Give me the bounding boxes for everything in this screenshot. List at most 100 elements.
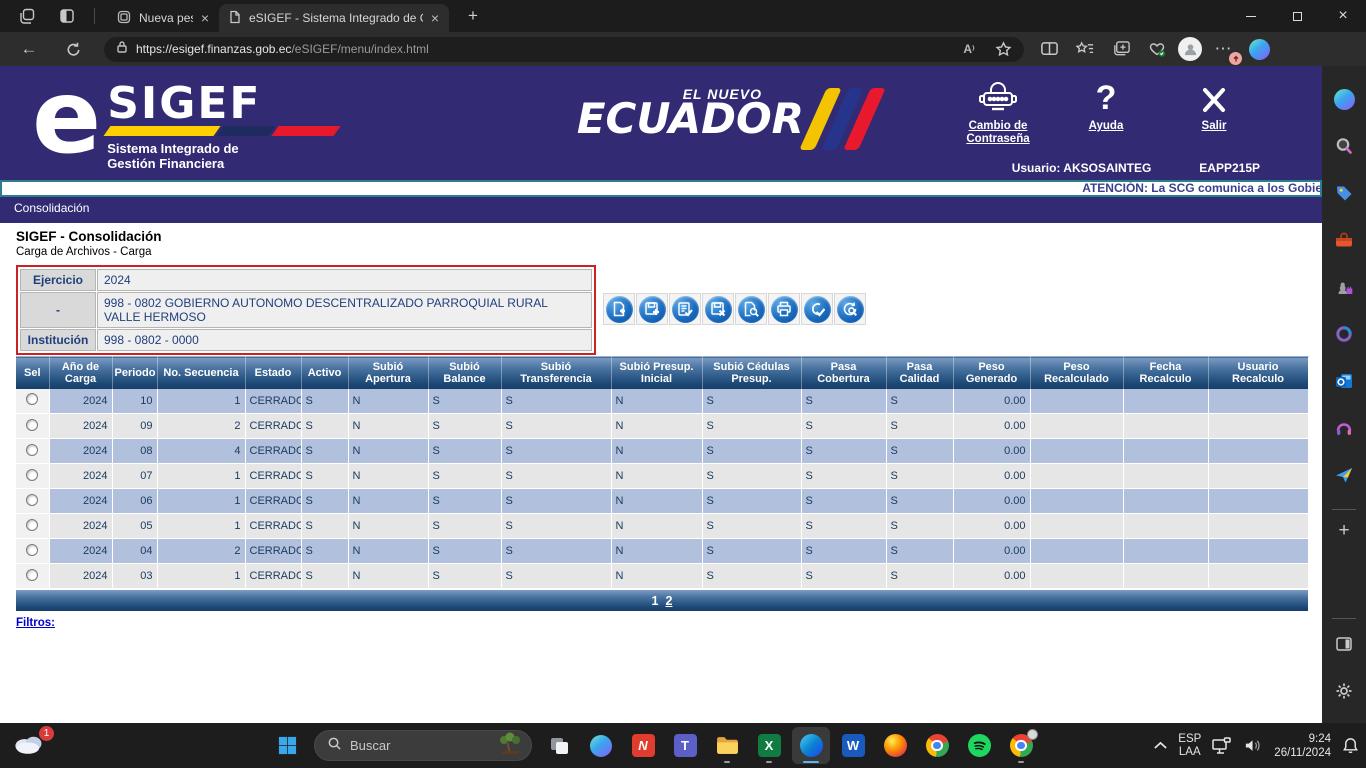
tab-esigef[interactable]: eSIGEF - Sistema Integrado de G ×	[219, 4, 449, 32]
split-screen-icon[interactable]	[1034, 35, 1064, 63]
workspaces-icon[interactable]	[14, 3, 40, 29]
start-button[interactable]	[268, 727, 306, 764]
taskbar-edge-icon[interactable]	[792, 727, 830, 764]
favorite-star-icon[interactable]	[988, 35, 1018, 63]
sidebar-drop-icon[interactable]	[1329, 460, 1359, 490]
taskbar-task-view-icon[interactable]	[540, 727, 578, 764]
table-cell	[1030, 563, 1124, 589]
taskbar-spotify-icon[interactable]	[960, 727, 998, 764]
row-select-radio[interactable]	[26, 468, 39, 481]
sidebar-settings-icon[interactable]	[1329, 676, 1359, 706]
notification-bell-icon[interactable]	[1341, 736, 1360, 755]
tab-close-icon[interactable]: ×	[201, 11, 209, 25]
profile-avatar[interactable]	[1178, 37, 1202, 61]
network-icon[interactable]	[1211, 736, 1233, 755]
table-cell	[1208, 413, 1309, 439]
print-button[interactable]	[768, 293, 800, 325]
titlebar-divider	[94, 8, 95, 24]
form-label: Institución	[20, 329, 96, 351]
table-cell: N	[348, 488, 429, 514]
language-switcher[interactable]: ESP LAA	[1178, 733, 1201, 759]
approve-quality-button[interactable]	[801, 293, 833, 325]
new-record-button[interactable]	[603, 293, 635, 325]
tab-title: Nueva pestaña	[139, 11, 193, 25]
table-cell: S	[886, 388, 954, 414]
menu-consolidacion[interactable]: Consolidación	[14, 201, 89, 215]
new-tab-button[interactable]: +	[459, 6, 487, 26]
read-aloud-icon[interactable]: A⁾	[954, 35, 984, 63]
taskbar-copilot-icon[interactable]	[582, 727, 620, 764]
sidebar-outlook-icon[interactable]	[1329, 366, 1359, 396]
clock[interactable]: 9:24 26/11/2024	[1274, 732, 1331, 760]
tab-close-icon[interactable]: ×	[431, 11, 439, 25]
sidebar-search-icon[interactable]	[1329, 131, 1359, 161]
view-record-button[interactable]	[735, 293, 767, 325]
exit-button[interactable]: Salir	[1172, 76, 1256, 146]
taskbar-chrome-icon[interactable]	[918, 727, 956, 764]
save-record-button[interactable]	[636, 293, 668, 325]
refresh-icon[interactable]	[58, 35, 88, 63]
row-select-radio[interactable]	[26, 543, 39, 556]
delete-record-button[interactable]	[702, 293, 734, 325]
change-password-button[interactable]: Cambio de Contraseña	[956, 76, 1040, 146]
close-button[interactable]: ×	[1320, 0, 1366, 32]
taskbar-word-icon[interactable]: W	[834, 727, 872, 764]
back-icon[interactable]: ←	[14, 35, 44, 63]
table-row: 2024 03 1 CERRADO S N S S N S S S 0.00	[16, 563, 1309, 589]
taskbar-nitro-icon[interactable]: N	[624, 727, 662, 764]
browser-essentials-icon[interactable]	[1142, 35, 1172, 63]
change-password-label: Cambio de Contraseña	[966, 120, 1030, 145]
filters-link[interactable]: Filtros:	[16, 617, 55, 629]
validate-record-button[interactable]	[669, 293, 701, 325]
carga-table: Sel Año de Carga Periodo No. Secuencia Estad…	[16, 356, 1309, 589]
row-select-radio[interactable]	[26, 518, 39, 531]
maximize-button[interactable]	[1274, 0, 1320, 32]
sidebar-sidebar-toggle-icon[interactable]	[1329, 629, 1359, 659]
table-cell: 07	[112, 463, 158, 489]
sidebar-m365-icon[interactable]	[1329, 319, 1359, 349]
taskbar-teams-icon[interactable]: T	[666, 727, 704, 764]
recalculate-button[interactable]	[834, 293, 866, 325]
taskbar-excel-icon[interactable]: X	[750, 727, 788, 764]
sidebar-games-icon[interactable]	[1329, 272, 1359, 302]
tray-chevron-icon[interactable]	[1153, 741, 1168, 750]
row-select-radio[interactable]	[26, 443, 39, 456]
table-cell: N	[611, 513, 703, 539]
table-cell	[1030, 438, 1124, 464]
table-cell: N	[611, 488, 703, 514]
page-link-2[interactable]: 2	[666, 594, 673, 608]
address-bar[interactable]: https://esigef.finanzas.gob.ec/eSIGEF/me…	[104, 35, 1024, 63]
table-cell: 0.00	[953, 488, 1031, 514]
copilot-icon[interactable]	[1244, 35, 1274, 63]
sidebar-toolbox-icon[interactable]	[1329, 225, 1359, 255]
minimize-button[interactable]	[1228, 0, 1274, 32]
more-options-icon[interactable]: ⋯	[1208, 35, 1242, 65]
taskbar-explorer-icon[interactable]	[708, 727, 746, 764]
weather-widget[interactable]: 1	[12, 726, 56, 762]
table-cell	[1208, 488, 1309, 514]
favorites-list-icon[interactable]	[1070, 35, 1100, 63]
row-select-radio[interactable]	[26, 493, 39, 506]
taskbar-search-input[interactable]: Buscar	[314, 730, 532, 761]
sidebar-copilot-icon[interactable]	[1329, 84, 1359, 114]
table-cell: S	[702, 513, 802, 539]
table-cell: S	[702, 413, 802, 439]
row-select-radio[interactable]	[26, 568, 39, 581]
sidebar-add-icon[interactable]: +	[1338, 520, 1349, 542]
table-cell	[1123, 513, 1209, 539]
row-select-radio[interactable]	[26, 418, 39, 431]
table-cell: S	[301, 438, 349, 464]
collections-icon[interactable]	[1106, 35, 1136, 63]
vertical-tabs-icon[interactable]	[54, 3, 80, 29]
taskbar-firefox-icon[interactable]	[876, 727, 914, 764]
taskbar-chrome-profile-icon[interactable]	[1002, 727, 1040, 764]
column-header: Pasa Calidad	[886, 356, 954, 389]
row-select-radio[interactable]	[26, 393, 39, 406]
select-cell	[16, 513, 50, 539]
sidebar-shopping-icon[interactable]	[1329, 178, 1359, 208]
logo-e-letter: e	[32, 66, 102, 177]
volume-icon[interactable]	[1243, 737, 1264, 754]
tab-nueva-pestana[interactable]: Nueva pestaña ×	[107, 4, 219, 32]
sidebar-music-icon[interactable]	[1329, 413, 1359, 443]
help-button[interactable]: ? Ayuda	[1064, 76, 1148, 146]
